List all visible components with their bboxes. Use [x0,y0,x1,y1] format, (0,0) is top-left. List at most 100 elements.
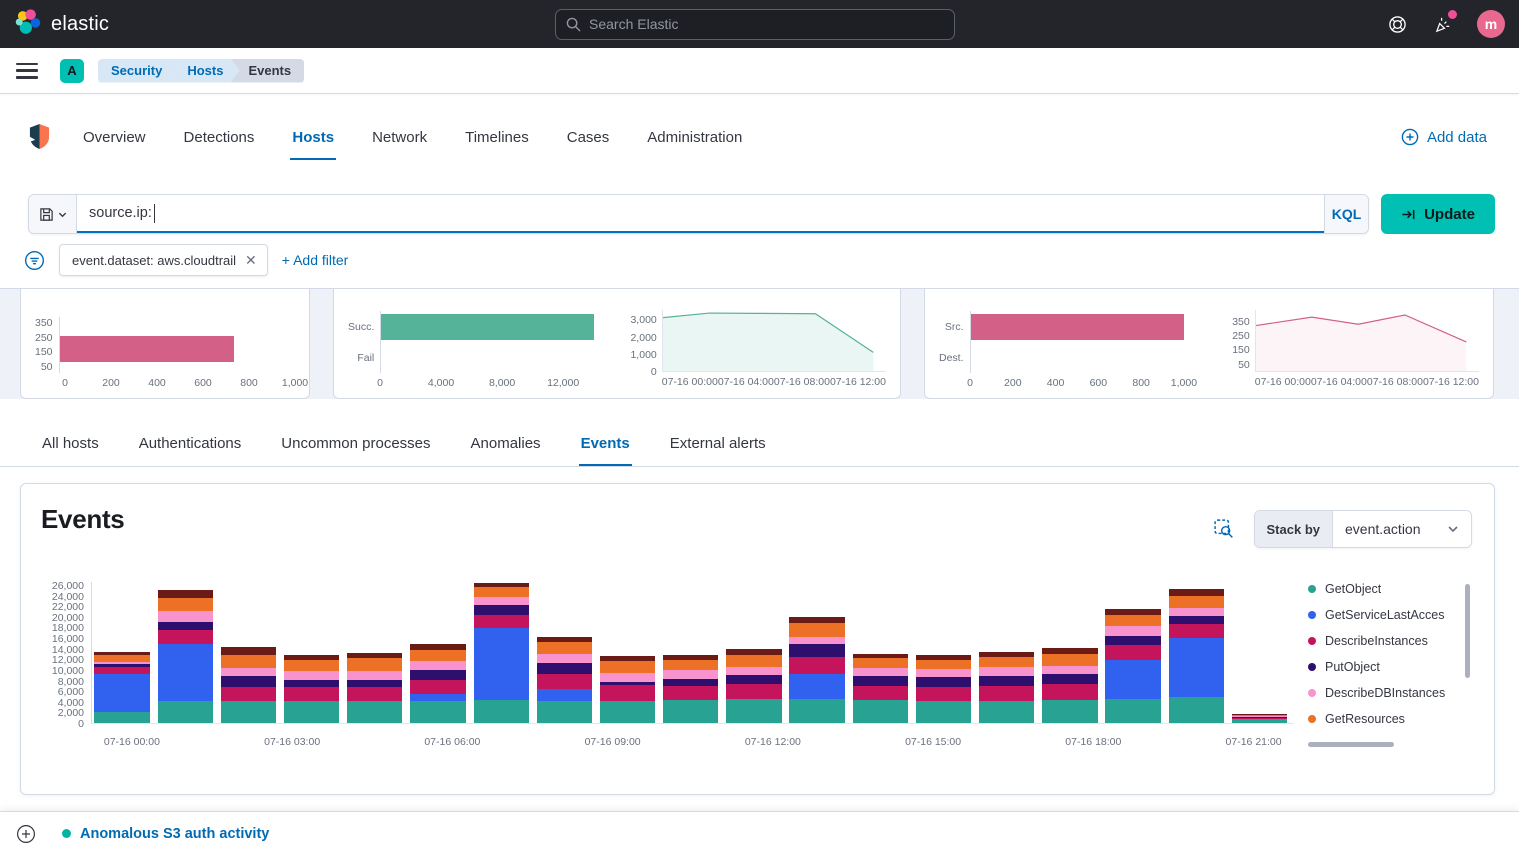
legend-vertical-scrollbar[interactable] [1465,584,1470,678]
global-search-input[interactable]: Search Elastic [555,8,955,40]
stacked-bar[interactable] [410,644,466,723]
x-tick-label: 400 [1046,377,1065,389]
breadcrumb-item-events[interactable]: Events [230,58,305,83]
stacked-bar[interactable] [220,647,277,723]
bar-segment [663,700,719,723]
legend-item-getobject[interactable]: GetObject [1308,582,1472,596]
tab-administration[interactable]: Administration [645,115,744,160]
stacked-bar[interactable] [979,652,1035,723]
stacked-bar[interactable] [852,653,908,723]
stacked-bar[interactable] [536,637,592,723]
tab-cases[interactable]: Cases [565,115,612,160]
stacked-bar[interactable] [347,652,403,723]
bar-segment [473,628,529,701]
host-tab-uncommon-processes[interactable]: Uncommon processes [279,425,432,466]
host-tab-events[interactable]: Events [578,425,632,466]
menu-icon[interactable] [16,62,38,79]
legend-item-getservicelastacces[interactable]: GetServiceLastAcces [1308,608,1472,622]
bar-segment [979,656,1035,667]
stacked-bar[interactable] [726,649,782,723]
text-cursor [153,203,155,223]
stacked-bar[interactable] [915,655,972,723]
timeline-event-link[interactable]: Anomalous S3 auth activity [62,826,269,842]
bar-segment [220,667,277,677]
stacked-bar[interactable] [663,654,719,723]
host-tab-all-hosts[interactable]: All hosts [40,425,101,466]
bar-segment [970,313,1184,340]
tab-network[interactable]: Network [370,115,429,160]
saved-query-menu-button[interactable] [29,195,77,233]
tab-hosts[interactable]: Hosts [290,115,337,160]
area-body: 0 1,000 2,000 3,000 [626,310,886,378]
legend-horizontal-scrollbar[interactable] [1308,742,1394,747]
x-tick-label: 07-16 12:00 [744,736,801,748]
legend-item-describeinstances[interactable]: DescribeInstances [1308,634,1472,648]
stacked-bar[interactable] [157,590,213,723]
filter-remove-icon[interactable]: ✕ [245,253,257,267]
host-tab-anomalies[interactable]: Anomalies [469,425,543,466]
bar-segment [347,687,403,702]
update-button[interactable]: Update [1381,194,1495,234]
legend-item-describedbinstances[interactable]: DescribeDBInstances [1308,686,1472,700]
kql-language-button[interactable]: KQL [1324,195,1368,233]
tab-timelines[interactable]: Timelines [463,115,531,160]
bar-segment [1231,719,1288,723]
inspect-icon[interactable] [1213,519,1234,539]
bar-segment [283,660,340,671]
legend-item-putobject[interactable]: PutObject [1308,660,1472,674]
security-nav: Overview Detections Hosts Network Timelines C… [0,94,1519,180]
legend-dot [1308,663,1316,671]
add-data-button[interactable]: Add data [1401,128,1487,146]
stacked-bar[interactable] [283,654,340,723]
breadcrumb-item-security[interactable]: Security [98,59,178,83]
plus-circle-icon[interactable] [16,824,36,844]
news-feed-icon[interactable] [1431,10,1457,36]
filter-options-icon[interactable] [24,250,45,271]
query-text: source.ip: [89,205,152,221]
space-badge[interactable]: A [60,58,84,83]
help-icon[interactable] [1385,12,1409,36]
search-icon [566,17,581,32]
stacked-bar[interactable] [94,651,150,723]
stacked-bar[interactable] [1042,647,1098,723]
host-tab-authentications[interactable]: Authentications [137,425,244,466]
stacked-bar[interactable] [599,655,656,723]
bar-segment [157,611,213,623]
host-tabs-bar: All hosts Authentications Uncommon process… [0,425,1519,467]
stacked-bar[interactable] [473,583,529,723]
timeline-flyout-bar[interactable]: Anomalous S3 auth activity [0,811,1519,855]
stacked-bar[interactable] [1168,588,1224,723]
x-tick-label: 07-16 00:00 [1254,376,1311,388]
bar-segment [94,712,150,723]
legend-dot [1308,637,1316,645]
filter-pill-event-dataset[interactable]: event.dataset: aws.cloudtrail ✕ [59,244,268,276]
area-plot [1254,310,1479,372]
legend-label: GetObject [1325,582,1382,596]
host-tab-external-alerts[interactable]: External alerts [668,425,768,466]
bar-segment [157,630,213,645]
y-tick-label: 8,000 [57,675,84,688]
x-tick-label: 12,000 [547,377,580,389]
area-y-ticks: 50 150 250 350 [1219,310,1255,372]
bar-segment [915,659,972,669]
tab-detections[interactable]: Detections [182,115,257,160]
x-tick-label: 07-16 00:00 [661,376,718,388]
x-tick-label: 800 [1132,377,1150,389]
legend-dot [1308,585,1316,593]
breadcrumb-item-hosts[interactable]: Hosts [169,59,239,83]
legend-item-getresources[interactable]: GetResources [1308,712,1472,726]
tab-overview[interactable]: Overview [81,115,148,160]
bar-segment [1168,608,1224,617]
stacked-bar[interactable] [1105,609,1161,723]
stack-by-select[interactable]: event.action [1333,511,1471,547]
stacked-bar[interactable] [789,617,845,723]
elastic-logo[interactable]: elastic [14,8,109,41]
kql-query-input[interactable]: source.ip: [77,195,1324,233]
bar-segment [1168,624,1224,639]
stacked-bar[interactable] [1231,714,1288,723]
events-histogram-plot[interactable] [91,582,1294,724]
add-filter-button[interactable]: + Add filter [282,252,349,268]
user-avatar[interactable]: m [1477,10,1505,38]
bar-segment [789,644,845,658]
y-tick-label: 3,000 [630,314,657,327]
